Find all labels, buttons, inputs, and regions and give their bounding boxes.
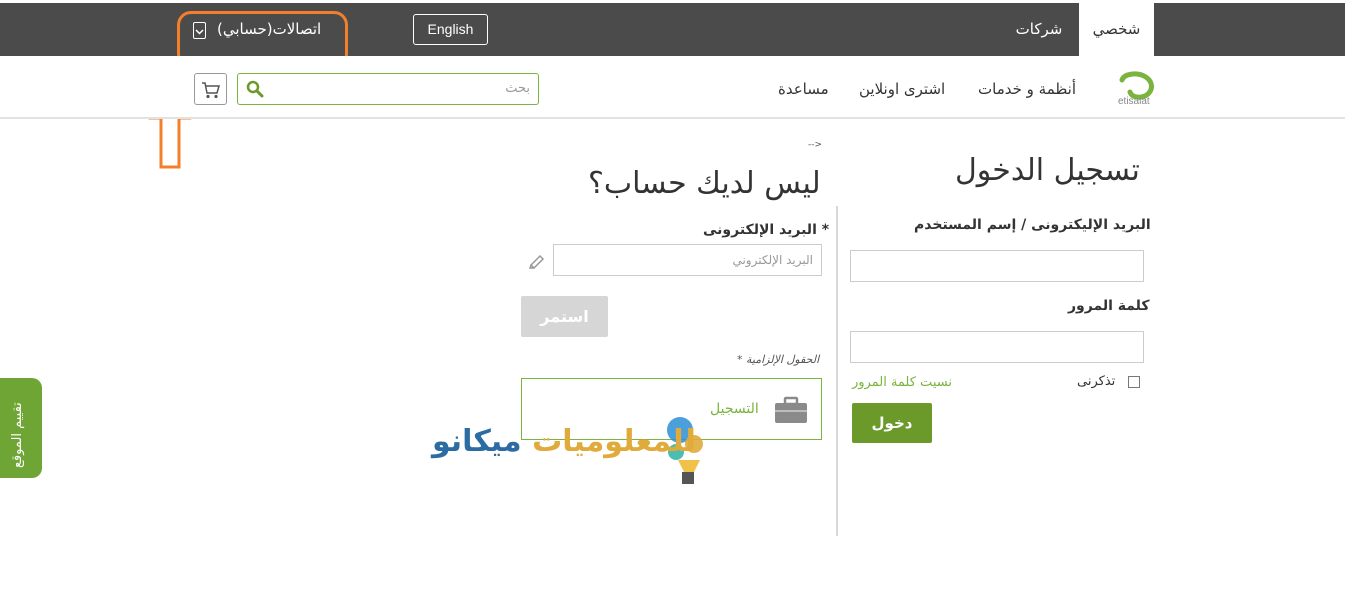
back-link[interactable]: -->: [808, 140, 822, 150]
watermark-text: للمعلوميات ميكانو: [432, 424, 696, 459]
pencil-icon: [528, 254, 545, 269]
username-label: البريد الإليكترونى / إسم المستخدم: [914, 217, 1151, 233]
tab-personal[interactable]: شخصي: [1079, 3, 1154, 56]
feedback-label: تقييم الموقع: [10, 402, 25, 468]
email-placeholder: البريد الإلكتروني: [732, 253, 813, 267]
remember-me-label: تذكرنى: [1077, 374, 1116, 389]
feedback-tab[interactable]: تقييم الموقع: [0, 378, 42, 478]
login-button[interactable]: دخول: [852, 403, 932, 443]
password-label: كلمة المرور: [1068, 298, 1150, 314]
main-navbar: etisalat أنظمة و خدمات اشترى اونلاين مسا…: [0, 56, 1345, 119]
search-placeholder: بحث: [505, 81, 530, 96]
email-field[interactable]: البريد الإلكتروني: [553, 244, 822, 276]
cart-button[interactable]: [194, 73, 227, 105]
section-divider: [836, 206, 838, 536]
language-button[interactable]: English: [413, 14, 488, 45]
top-bar: شخصي شركات English اتصالات(حسابي): [0, 0, 1345, 68]
nav-help[interactable]: مساعدة: [778, 80, 829, 98]
password-field[interactable]: [850, 331, 1144, 363]
search-input[interactable]: بحث: [237, 73, 539, 105]
nav-buy-online[interactable]: اشترى اونلاين: [859, 80, 945, 98]
username-field[interactable]: [850, 250, 1144, 282]
required-note: * الحقول الإلزامية: [737, 353, 820, 366]
nav-systems-services[interactable]: أنظمة و خدمات: [978, 80, 1076, 98]
forgot-password-link[interactable]: نسيت كلمة المرور: [852, 375, 952, 390]
tab-business[interactable]: شركات: [1006, 3, 1072, 56]
logo-text: etisalat: [1118, 96, 1150, 107]
watermark-part2: للمعلوميات: [532, 424, 696, 459]
remember-me-checkbox[interactable]: [1128, 376, 1140, 388]
search-icon[interactable]: [246, 80, 264, 98]
briefcase-icon: [775, 396, 807, 423]
cart-icon: [202, 82, 220, 99]
continue-button[interactable]: استمر: [521, 296, 608, 337]
signup-title: ليس لديك حساب؟: [588, 166, 821, 201]
email-label: البريد الإلكترونى *: [703, 222, 830, 238]
login-title: تسجيل الدخول: [955, 153, 1140, 188]
watermark-part1: ميكانو: [432, 424, 522, 459]
